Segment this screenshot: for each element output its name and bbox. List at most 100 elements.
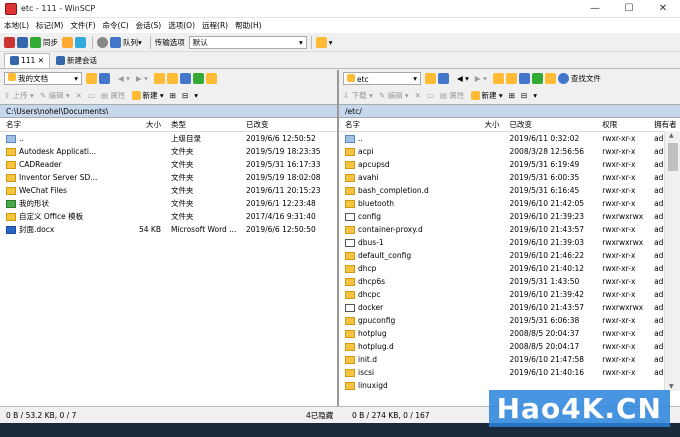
table-row[interactable]: iscsi2019/6/10 21:40:16rwxr-xr-xadmin xyxy=(339,366,680,379)
settings-icon[interactable] xyxy=(97,36,108,48)
minimize-button[interactable]: — xyxy=(578,0,612,18)
root-folder-icon[interactable] xyxy=(166,73,178,84)
col-permissions[interactable]: 权限 xyxy=(596,119,648,130)
table-row[interactable]: bash_completion.d 2019/5/31 6:16:45 rwxr-x… xyxy=(339,184,680,197)
properties-button[interactable]: ▤ 属性 xyxy=(440,90,464,101)
table-row[interactable]: bluetooth2019/6/10 21:42:05rwxr-xr-xadmi… xyxy=(339,197,680,210)
download-button[interactable]: ⇩ 下载 ▾ xyxy=(343,90,373,101)
filter-select-icon[interactable]: ▾ xyxy=(533,91,537,100)
deselect-icon[interactable]: ⊟ xyxy=(521,91,527,100)
back-icon[interactable]: ◀ ▾ xyxy=(118,74,130,83)
col-modified[interactable]: 已改变 xyxy=(240,119,337,130)
menu-help[interactable]: 帮助(H) xyxy=(235,20,262,31)
menu-mark[interactable]: 标记(M) xyxy=(36,20,63,31)
table-row[interactable]: default_config 2019/6/10 21:46:22 rwxr-xr-… xyxy=(339,249,680,262)
tab-session-111[interactable]: 111 ✕ xyxy=(4,53,51,68)
table-row[interactable]: .. 上级目录 2019/6/6 12:50:52 xyxy=(0,132,337,145)
scroll-up-icon[interactable]: ▲ xyxy=(669,132,674,139)
forward-icon[interactable]: ▶ ▾ xyxy=(475,74,487,83)
menu-local[interactable]: 本地(L) xyxy=(4,20,29,31)
bookmark-icon[interactable] xyxy=(205,73,217,84)
rename-icon[interactable]: ▭ xyxy=(427,91,434,100)
menu-commands[interactable]: 命令(C) xyxy=(103,20,129,31)
remote-scrollbar[interactable]: ▲ ▼ xyxy=(664,131,680,391)
remote-path[interactable]: /etc/ xyxy=(339,104,680,118)
terminal-icon[interactable] xyxy=(62,36,73,48)
upload-button[interactable]: ⇧ 上传 ▾ xyxy=(4,90,34,101)
new-button[interactable]: 新建 ▾ xyxy=(131,90,164,101)
col-owner[interactable]: 拥有者 xyxy=(648,119,680,130)
table-row[interactable]: dbus-12019/6/10 21:39:03rwxrwxrwxadmin xyxy=(339,236,680,249)
col-type[interactable]: 类型 xyxy=(165,119,240,130)
chevron-down-icon[interactable]: ▾ xyxy=(329,35,333,50)
table-row[interactable]: docker2019/6/10 21:43:57rwxrwxrwxadmin xyxy=(339,301,680,314)
col-size[interactable]: 大小 xyxy=(130,119,165,130)
table-row[interactable]: acpi2008/3/28 12:56:56rwxr-xr-xadmin xyxy=(339,145,680,158)
table-row[interactable]: hotplug.d2008/8/5 20:04:17rwxr-xr-xadmin xyxy=(339,340,680,353)
table-row[interactable]: hotplug2008/8/5 20:04:37rwxr-xr-xadmin xyxy=(339,327,680,340)
deselect-icon[interactable]: ⊟ xyxy=(182,91,188,100)
properties-button[interactable]: ▤ 属性 xyxy=(101,90,125,101)
maximize-button[interactable]: ☐ xyxy=(612,0,646,18)
rename-icon[interactable]: ▭ xyxy=(88,91,95,100)
table-row[interactable]: dhcp2019/6/10 21:40:12rwxr-xr-xadmin xyxy=(339,262,680,275)
table-row[interactable]: 自定义 Office 模板 文件夹 2017/4/16 9:31:40 xyxy=(0,210,337,223)
close-button[interactable]: ✕ xyxy=(646,0,680,18)
queue-button[interactable]: 队列 ▾ xyxy=(110,35,142,50)
refresh-icon[interactable] xyxy=(192,73,204,84)
filter-icon[interactable] xyxy=(438,73,449,84)
local-path[interactable]: C:\Users\nohel\Documents\ xyxy=(0,104,337,118)
col-modified[interactable]: 已改变 xyxy=(504,119,597,130)
refresh-icon[interactable] xyxy=(531,73,543,84)
sync-button[interactable]: 同步 xyxy=(30,35,58,50)
remote-location-select[interactable]: etc ▾ xyxy=(343,72,421,85)
compare-icon[interactable] xyxy=(17,36,28,48)
menu-files[interactable]: 文件(F) xyxy=(70,20,95,31)
edit-button[interactable]: ✎ 编辑 ▾ xyxy=(40,90,70,101)
table-row[interactable]: gpuconfig2019/5/31 6:06:38rwxr-xr-xadmin xyxy=(339,314,680,327)
parent-folder-icon[interactable] xyxy=(153,73,165,84)
menu-session[interactable]: 会话(S) xyxy=(136,20,162,31)
table-row[interactable]: Autodesk Applicati... 文件夹 2019/5/19 18:23:… xyxy=(0,145,337,158)
select-all-icon[interactable]: ⊞ xyxy=(509,91,515,100)
table-row[interactable]: config2019/6/10 21:39:23rwxrwxrwxadmin xyxy=(339,210,680,223)
table-row[interactable]: ..2019/6/11 0:32:02rwxr-xr-xadmin xyxy=(339,132,680,145)
table-row[interactable]: init.d2019/6/10 21:47:58rwxr-xr-xadmin xyxy=(339,353,680,366)
close-icon[interactable]: ✕ xyxy=(38,56,44,65)
table-row[interactable]: 我的形状 文件夹 2019/6/1 12:23:48 xyxy=(0,197,337,210)
table-row[interactable]: dhcpc2019/6/10 21:39:42rwxr-xr-xadmin xyxy=(339,288,680,301)
putty-icon[interactable] xyxy=(75,36,86,48)
table-row[interactable]: 封面.docx 54 KB Microsoft Word ... 2019/6/6 1… xyxy=(0,223,337,236)
find-files-button[interactable]: 查找文件 xyxy=(557,73,601,84)
filter-icon[interactable] xyxy=(99,73,110,84)
home-icon[interactable] xyxy=(518,73,530,84)
delete-icon[interactable]: ✕ xyxy=(76,91,82,100)
table-row[interactable]: Inventor Server SD... 文件夹 2019/5/19 18:02:… xyxy=(0,171,337,184)
menu-remote[interactable]: 远程(R) xyxy=(202,20,228,31)
layout-icon[interactable] xyxy=(4,36,15,48)
table-row[interactable]: apcupsd2019/5/31 6:19:49rwxr-xr-xadmin xyxy=(339,158,680,171)
tab-new-session[interactable]: 新建会话 xyxy=(50,53,103,68)
transfer-options-select[interactable]: 默认 ▾ xyxy=(188,35,307,49)
edit-button[interactable]: ✎ 编辑 ▾ xyxy=(379,90,409,101)
open-folder-icon[interactable] xyxy=(86,73,97,84)
delete-icon[interactable]: ✕ xyxy=(415,91,421,100)
col-size[interactable]: 大小 xyxy=(469,119,504,130)
scroll-down-icon[interactable]: ▼ xyxy=(669,383,674,390)
back-icon[interactable]: ◀ ▾ xyxy=(457,74,469,83)
scroll-thumb[interactable] xyxy=(668,143,678,171)
table-row[interactable]: avahi2019/5/31 6:00:35rwxr-xr-xadmin xyxy=(339,171,680,184)
local-location-select[interactable]: 我的文档 ▾ xyxy=(4,72,82,85)
open-folder-icon[interactable] xyxy=(425,73,436,84)
forward-icon[interactable]: ▶ ▾ xyxy=(136,74,148,83)
home-icon[interactable] xyxy=(179,73,191,84)
menu-options[interactable]: 选项(O) xyxy=(168,20,195,31)
table-row[interactable]: container-proxy.d 2019/6/10 21:43:57 rwxr-… xyxy=(339,223,680,236)
table-row[interactable]: WeChat Files 文件夹 2019/6/11 20:15:23 xyxy=(0,184,337,197)
select-all-icon[interactable]: ⊞ xyxy=(170,91,176,100)
table-row[interactable]: CADReader 文件夹 2019/5/31 16:17:33 xyxy=(0,158,337,171)
root-folder-icon[interactable] xyxy=(505,73,517,84)
bookmark-icon[interactable] xyxy=(544,73,556,84)
col-name[interactable]: 名字 xyxy=(0,119,130,130)
table-row[interactable]: dhcp6s2019/5/31 1:43:50rwxr-xr-xadmin xyxy=(339,275,680,288)
